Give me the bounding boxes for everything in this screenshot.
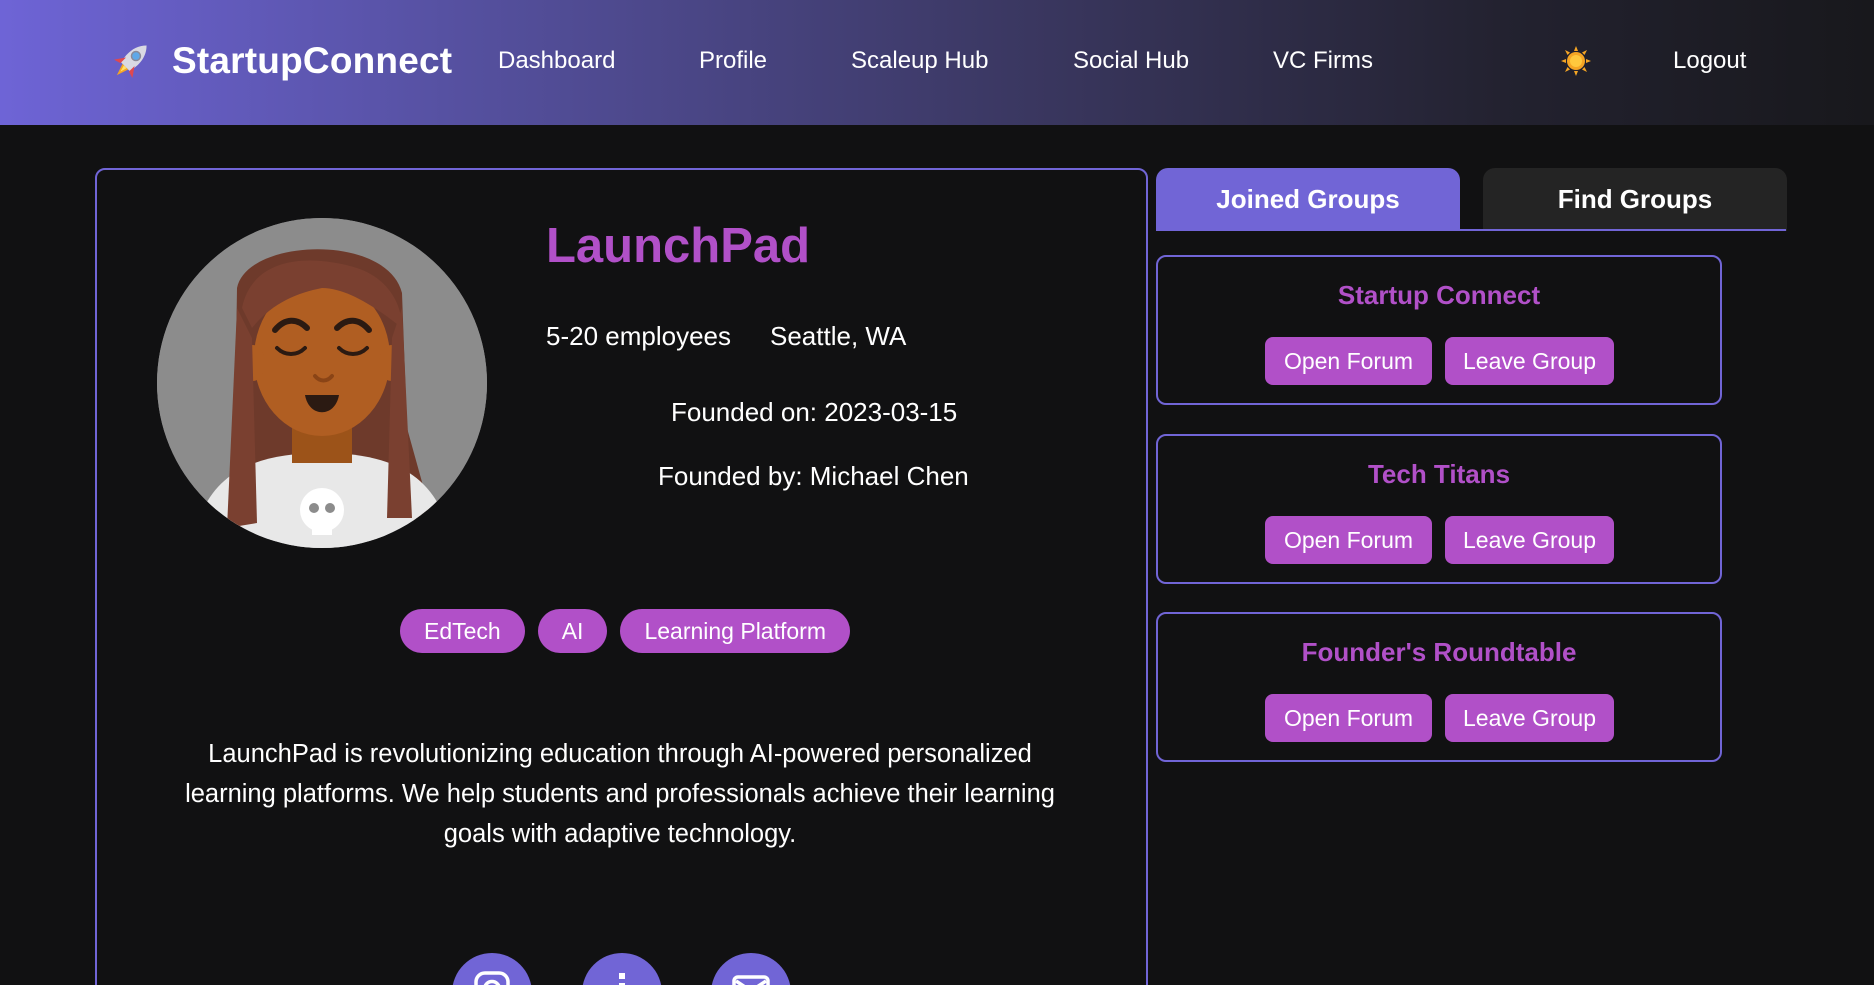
open-forum-button[interactable]: Open Forum bbox=[1265, 694, 1432, 742]
group-name: Startup Connect bbox=[1337, 280, 1541, 310]
sun-icon[interactable] bbox=[1560, 45, 1592, 77]
brand[interactable]: StartupConnect bbox=[106, 36, 452, 86]
open-forum-button[interactable]: Open Forum bbox=[1265, 337, 1432, 385]
tag-edtech: EdTech bbox=[400, 609, 525, 653]
top-navbar: StartupConnect Dashboard Profile Scaleup… bbox=[0, 0, 1874, 125]
employee-count: 5-20 employees bbox=[546, 321, 731, 351]
company-name: LaunchPad bbox=[546, 219, 811, 273]
avatar-illustration bbox=[157, 218, 487, 548]
tab-find-groups[interactable]: Find Groups bbox=[1483, 168, 1787, 231]
rocket-icon bbox=[114, 45, 147, 78]
nav-link-scaleup-hub[interactable]: Scaleup Hub bbox=[851, 46, 988, 76]
company-description: LaunchPad is revolutionizing education t… bbox=[185, 740, 1055, 848]
tag-learning-platform: Learning Platform bbox=[620, 609, 850, 653]
leave-group-button[interactable]: Leave Group bbox=[1445, 337, 1614, 385]
nav-link-social-hub[interactable]: Social Hub bbox=[1073, 46, 1189, 76]
group-name: Tech Titans bbox=[1367, 459, 1511, 489]
group-card: Startup Connect Open Forum Leave Group bbox=[1156, 255, 1722, 405]
founded-on: Founded on: 2023-03-15 bbox=[671, 397, 958, 427]
group-card: Tech Titans Open Forum Leave Group bbox=[1156, 434, 1722, 584]
leave-group-button[interactable]: Leave Group bbox=[1445, 694, 1614, 742]
leave-group-button[interactable]: Leave Group bbox=[1445, 516, 1614, 564]
nav-link-vc-firms[interactable]: VC Firms bbox=[1273, 46, 1373, 76]
avatar bbox=[157, 218, 487, 548]
linkedin-icon bbox=[619, 973, 625, 985]
group-card: Founder's Roundtable Open Forum Leave Gr… bbox=[1156, 612, 1722, 762]
group-name: Founder's Roundtable bbox=[1301, 637, 1577, 667]
open-forum-button[interactable]: Open Forum bbox=[1265, 516, 1432, 564]
industry-tags: EdTech AI Learning Platform bbox=[400, 609, 850, 653]
nav-link-dashboard[interactable]: Dashboard bbox=[498, 46, 615, 76]
logout-button[interactable]: Logout bbox=[1673, 46, 1746, 76]
brand-name: StartupConnect bbox=[172, 40, 453, 81]
tag-ai: AI bbox=[537, 609, 608, 653]
instagram-icon bbox=[474, 971, 510, 985]
email-icon bbox=[732, 975, 770, 985]
tab-joined-groups[interactable]: Joined Groups bbox=[1156, 168, 1460, 231]
tab-underline bbox=[1156, 229, 1786, 231]
location: Seattle, WA bbox=[770, 321, 907, 351]
founded-by: Founded by: Michael Chen bbox=[658, 461, 969, 491]
nav-link-profile[interactable]: Profile bbox=[699, 46, 767, 76]
